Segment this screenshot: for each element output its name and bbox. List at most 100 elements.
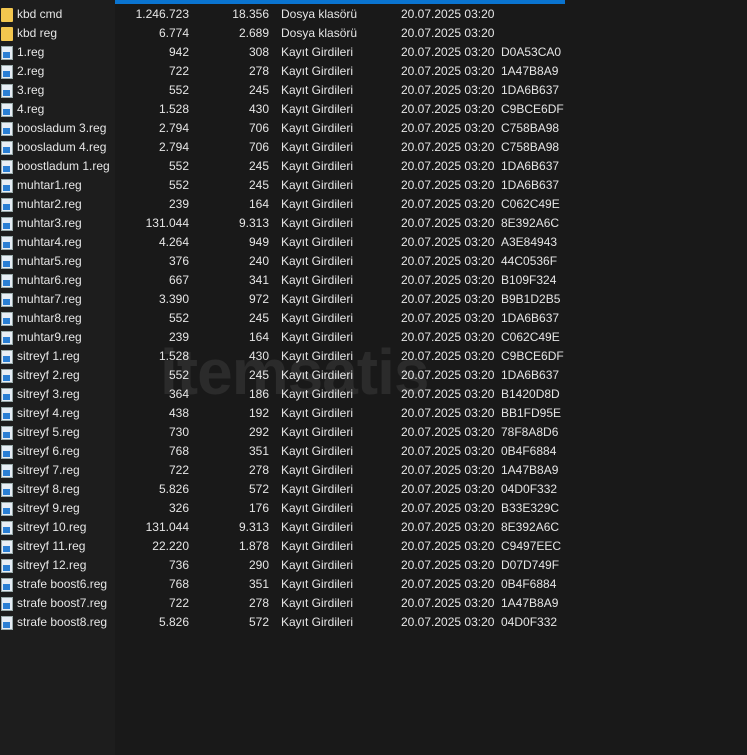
file-type: Kayıt Girdileri [281, 596, 354, 610]
modified-date: 20.07.2025 03:20 [401, 520, 495, 534]
file-row[interactable]: muhtar9.reg 239 164 Kayıt Girdileri 20.07.20… [0, 328, 747, 347]
packed-size: 292 [248, 425, 269, 439]
file-crc: C062C49E [501, 197, 560, 211]
file-row[interactable]: muhtar4.reg 4.264 949 Kayıt Girdileri 20.07.… [0, 233, 747, 252]
file-size: 730 [168, 425, 189, 439]
file-row[interactable]: sitreyf 6.reg 768 351 Kayıt Girdileri 20.07.… [0, 442, 747, 461]
file-name: 1.reg [17, 45, 45, 59]
file-row[interactable]: sitreyf 5.reg 730 292 Kayıt Girdileri 20.07.… [0, 423, 747, 442]
file-row[interactable]: strafe boost6.reg 768 351 Kayıt Girdileri 20… [0, 575, 747, 594]
file-crc: C9BCE6DF [501, 349, 564, 363]
file-type: Kayıt Girdileri [281, 349, 354, 363]
file-row[interactable]: sitreyf 11.reg 22.220 1.878 Kayıt Girdileri… [0, 537, 747, 556]
packed-size: 278 [248, 596, 269, 610]
file-row[interactable]: muhtar1.reg 552 245 Kayıt Girdileri 20.07.20… [0, 176, 747, 195]
file-crc: B1420D8D [501, 387, 560, 401]
file-size: 5.826 [158, 482, 189, 496]
file-type: Kayıt Girdileri [281, 406, 354, 420]
file-row[interactable]: sitreyf 4.reg 438 192 Kayıt Girdileri 20.07.… [0, 404, 747, 423]
file-name: sitreyf 6.reg [17, 444, 80, 458]
file-row[interactable]: boosladum 4.reg 2.794 706 Kayıt Girdileri 20… [0, 138, 747, 157]
file-size: 768 [168, 444, 189, 458]
registry-file-icon [1, 255, 13, 269]
file-row[interactable]: sitreyf 12.reg 736 290 Kayıt Girdileri 20.07… [0, 556, 747, 575]
file-size: 722 [168, 596, 189, 610]
file-size: 326 [168, 501, 189, 515]
file-size: 1.246.723 [135, 7, 189, 21]
file-crc: 1DA6B637 [501, 368, 560, 382]
file-row[interactable]: 1.reg 942 308 Kayıt Girdileri 20.07.2025 03:… [0, 43, 747, 62]
file-row[interactable]: sitreyf 3.reg 364 186 Kayıt Girdileri 20.07.… [0, 385, 747, 404]
file-name: strafe boost7.reg [17, 596, 108, 610]
registry-file-icon [1, 179, 13, 193]
file-crc: C062C49E [501, 330, 560, 344]
file-row[interactable]: 2.reg 722 278 Kayıt Girdileri 20.07.2025 03:… [0, 62, 747, 81]
packed-size: 245 [248, 368, 269, 382]
registry-file-icon [1, 616, 13, 630]
file-type: Kayıt Girdileri [281, 178, 354, 192]
packed-size: 430 [248, 102, 269, 116]
modified-date: 20.07.2025 03:20 [401, 273, 495, 287]
file-row[interactable]: strafe boost7.reg 722 278 Kayıt Girdileri 20… [0, 594, 747, 613]
packed-size: 240 [248, 254, 269, 268]
registry-file-icon [1, 445, 13, 459]
file-row[interactable]: muhtar3.reg 131.044 9.313 Kayıt Girdileri 20… [0, 214, 747, 233]
registry-file-icon [1, 331, 13, 345]
file-row[interactable]: strafe boost8.reg 5.826 572 Kayıt Girdileri… [0, 613, 747, 632]
packed-size: 192 [248, 406, 269, 420]
file-row[interactable]: 4.reg 1.528 430 Kayıt Girdileri 20.07.2025 0… [0, 100, 747, 119]
file-type: Kayıt Girdileri [281, 216, 354, 230]
registry-file-icon [1, 559, 13, 573]
file-row[interactable]: muhtar8.reg 552 245 Kayıt Girdileri 20.07.20… [0, 309, 747, 328]
file-name: boosladum 4.reg [17, 140, 107, 154]
file-row[interactable]: 3.reg 552 245 Kayıt Girdileri 20.07.2025 03:… [0, 81, 747, 100]
file-row[interactable]: muhtar2.reg 239 164 Kayıt Girdileri 20.07.20… [0, 195, 747, 214]
packed-size: 245 [248, 311, 269, 325]
modified-date: 20.07.2025 03:20 [401, 159, 495, 173]
file-row[interactable]: sitreyf 10.reg 131.044 9.313 Kayıt Girdiler… [0, 518, 747, 537]
packed-size: 164 [248, 330, 269, 344]
file-row[interactable]: muhtar5.reg 376 240 Kayıt Girdileri 20.07.20… [0, 252, 747, 271]
file-crc: 44C0536F [501, 254, 558, 268]
registry-file-icon [1, 293, 13, 307]
modified-date: 20.07.2025 03:20 [401, 558, 495, 572]
file-row[interactable]: boostladum 1.reg 552 245 Kayıt Girdileri 20.… [0, 157, 747, 176]
registry-file-icon [1, 160, 13, 174]
file-row[interactable]: kbd cmd 1.246.723 18.356 Dosya klasörü 20.07… [0, 5, 747, 24]
registry-file-icon [1, 540, 13, 554]
registry-file-icon [1, 407, 13, 421]
file-row[interactable]: kbd reg 6.774 2.689 Dosya klasörü 20.07.2025… [0, 24, 747, 43]
file-type: Kayıt Girdileri [281, 482, 354, 496]
file-crc: B9B1D2B5 [501, 292, 561, 306]
modified-date: 20.07.2025 03:20 [401, 406, 495, 420]
registry-file-icon [1, 236, 13, 250]
modified-date: 20.07.2025 03:20 [401, 102, 495, 116]
file-type: Kayıt Girdileri [281, 330, 354, 344]
folder-icon [1, 27, 13, 41]
file-size: 552 [168, 159, 189, 173]
file-row[interactable]: sitreyf 2.reg 552 245 Kayıt Girdileri 20.07.… [0, 366, 747, 385]
modified-date: 20.07.2025 03:20 [401, 216, 495, 230]
file-type: Kayıt Girdileri [281, 292, 354, 306]
file-type: Kayıt Girdileri [281, 520, 354, 534]
file-row[interactable]: muhtar6.reg 667 341 Kayıt Girdileri 20.07.20… [0, 271, 747, 290]
file-row[interactable]: sitreyf 1.reg 1.528 430 Kayıt Girdileri 20.0… [0, 347, 747, 366]
packed-size: 278 [248, 463, 269, 477]
modified-date: 20.07.2025 03:20 [401, 463, 495, 477]
file-row[interactable]: sitreyf 9.reg 326 176 Kayıt Girdileri 20.07.… [0, 499, 747, 518]
file-row[interactable]: muhtar7.reg 3.390 972 Kayıt Girdileri 20.07.… [0, 290, 747, 309]
file-name: boosladum 3.reg [17, 121, 107, 135]
file-size: 2.794 [158, 140, 189, 154]
file-row[interactable]: sitreyf 8.reg 5.826 572 Kayıt Girdileri 20.0… [0, 480, 747, 499]
file-name: sitreyf 3.reg [17, 387, 80, 401]
file-row[interactable]: boosladum 3.reg 2.794 706 Kayıt Girdileri 20… [0, 119, 747, 138]
file-type: Kayıt Girdileri [281, 121, 354, 135]
file-type: Kayıt Girdileri [281, 45, 354, 59]
file-size: 736 [168, 558, 189, 572]
file-type: Kayıt Girdileri [281, 140, 354, 154]
packed-size: 245 [248, 83, 269, 97]
file-row[interactable]: sitreyf 7.reg 722 278 Kayıt Girdileri 20.07.… [0, 461, 747, 480]
file-name: muhtar9.reg [17, 330, 82, 344]
modified-date: 20.07.2025 03:20 [401, 292, 495, 306]
file-type: Kayıt Girdileri [281, 615, 354, 629]
